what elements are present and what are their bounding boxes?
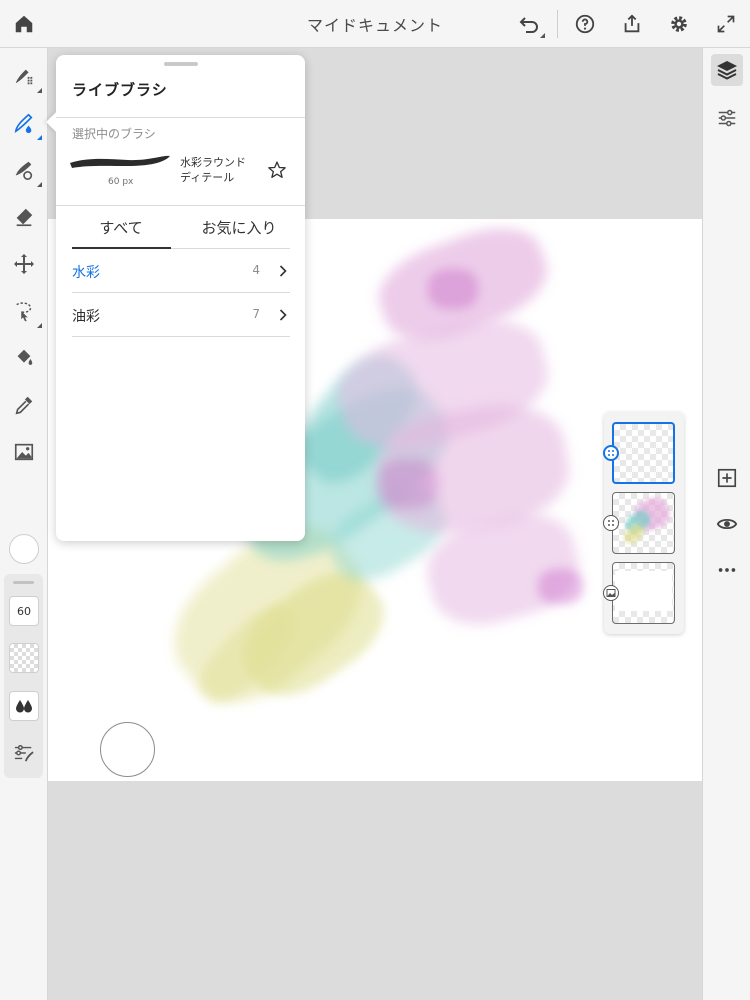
panel-grip[interactable] <box>13 581 34 584</box>
eyedropper-icon <box>15 396 33 415</box>
right-toolbar <box>702 48 750 1000</box>
add-layer-button[interactable] <box>711 462 743 494</box>
selected-brush-label: 選択中のブラシ <box>72 127 156 141</box>
undo-icon[interactable] <box>515 10 545 38</box>
tab-all[interactable]: すべて <box>66 217 176 238</box>
tool-options-corner <box>37 182 42 187</box>
more-options-button[interactable] <box>711 554 743 586</box>
divider <box>56 205 305 206</box>
brush-opacity-control[interactable] <box>9 643 39 673</box>
image-tool[interactable] <box>10 438 38 466</box>
pink-watercolor-stroke <box>538 569 583 604</box>
eraser-tool[interactable] <box>10 203 38 231</box>
layer-visibility-button[interactable] <box>711 508 743 540</box>
chevron-right-icon <box>276 263 290 279</box>
layer-thumbnail-1[interactable] <box>612 422 675 484</box>
pixel-brush-tool[interactable] <box>10 62 42 93</box>
brush-settings-icon <box>14 745 34 762</box>
eyedropper-tool[interactable] <box>10 391 38 419</box>
brush-quick-settings: 60 <box>4 574 43 778</box>
brush-name-line2: ディテール <box>180 171 235 184</box>
help-icon[interactable] <box>571 10 599 38</box>
layers-icon <box>717 61 737 80</box>
layer-thumbnail-2[interactable] <box>612 492 675 554</box>
pixel-brush-icon <box>15 69 33 85</box>
eye-icon <box>716 518 738 530</box>
layer-thumbnail-3[interactable] <box>612 562 675 624</box>
live-brush-tool[interactable] <box>10 109 42 140</box>
image-icon <box>14 443 34 461</box>
category-count: 4 <box>252 263 260 277</box>
move-arrows-icon <box>14 254 34 274</box>
gear-icon[interactable] <box>665 10 693 38</box>
brush-settings-button[interactable] <box>11 740 37 766</box>
live-brush-layer-icon <box>603 445 619 461</box>
pink-watercolor-stroke <box>428 269 478 309</box>
transform-tool[interactable] <box>10 250 38 278</box>
brush-name[interactable]: 水彩ラウンド ディテール <box>180 155 270 185</box>
brush-name-line1: 水彩ラウンド <box>180 156 246 169</box>
popover-grip[interactable] <box>164 62 198 66</box>
sliders-icon <box>718 109 736 127</box>
category-row-watercolor[interactable]: 水彩 4 <box>72 249 290 293</box>
tool-options-corner <box>37 135 42 140</box>
fill-tool[interactable] <box>10 344 38 372</box>
category-label: 油彩 <box>72 309 100 325</box>
live-brush-icon <box>14 113 33 134</box>
popover-title: ライブブラシ <box>72 81 168 99</box>
lasso-icon <box>16 302 32 322</box>
share-icon[interactable] <box>618 10 646 38</box>
category-count: 7 <box>252 307 260 321</box>
tab-favorites[interactable]: お気に入り <box>184 217 294 238</box>
vector-brush-tool[interactable] <box>10 156 42 187</box>
layers-button[interactable] <box>711 54 743 86</box>
chevron-right-icon <box>276 307 290 323</box>
water-flow-control[interactable] <box>9 691 39 721</box>
water-drops-icon <box>16 700 32 713</box>
undo-options-corner <box>540 33 545 38</box>
more-icon <box>718 568 736 572</box>
brush-stroke-preview[interactable] <box>68 151 172 173</box>
expand-icon[interactable] <box>712 10 740 38</box>
tool-options-corner <box>37 88 42 93</box>
live-brush-popover: ライブブラシ 選択中のブラシ 60 px 水彩ラウンド ディテール すべて お気… <box>46 55 305 541</box>
add-layer-icon <box>717 468 737 488</box>
image-layer-icon <box>603 585 619 601</box>
pink-watercolor-stroke <box>378 459 438 509</box>
tool-options-corner <box>37 323 42 328</box>
selection-tool[interactable] <box>10 297 42 328</box>
popover-caret <box>46 112 66 132</box>
favorite-star-icon[interactable] <box>266 159 288 181</box>
toolbar-divider <box>557 10 558 38</box>
touch-shortcut[interactable] <box>100 722 155 777</box>
paint-bucket-icon <box>17 349 33 365</box>
category-label: 水彩 <box>72 265 100 281</box>
color-swatch[interactable] <box>9 534 39 564</box>
category-row-oil[interactable]: 油彩 7 <box>72 293 290 337</box>
divider <box>56 117 305 118</box>
live-brush-layer-icon <box>603 515 619 531</box>
left-toolbar: 60 <box>0 48 48 1000</box>
properties-button[interactable] <box>711 102 743 134</box>
brush-size-control[interactable]: 60 <box>9 596 39 626</box>
eraser-icon <box>16 208 33 227</box>
vector-brush-icon <box>15 161 33 180</box>
brush-size-label: 60 px <box>108 177 134 187</box>
layers-panel <box>603 412 684 634</box>
top-bar: マイドキュメント <box>0 0 750 48</box>
